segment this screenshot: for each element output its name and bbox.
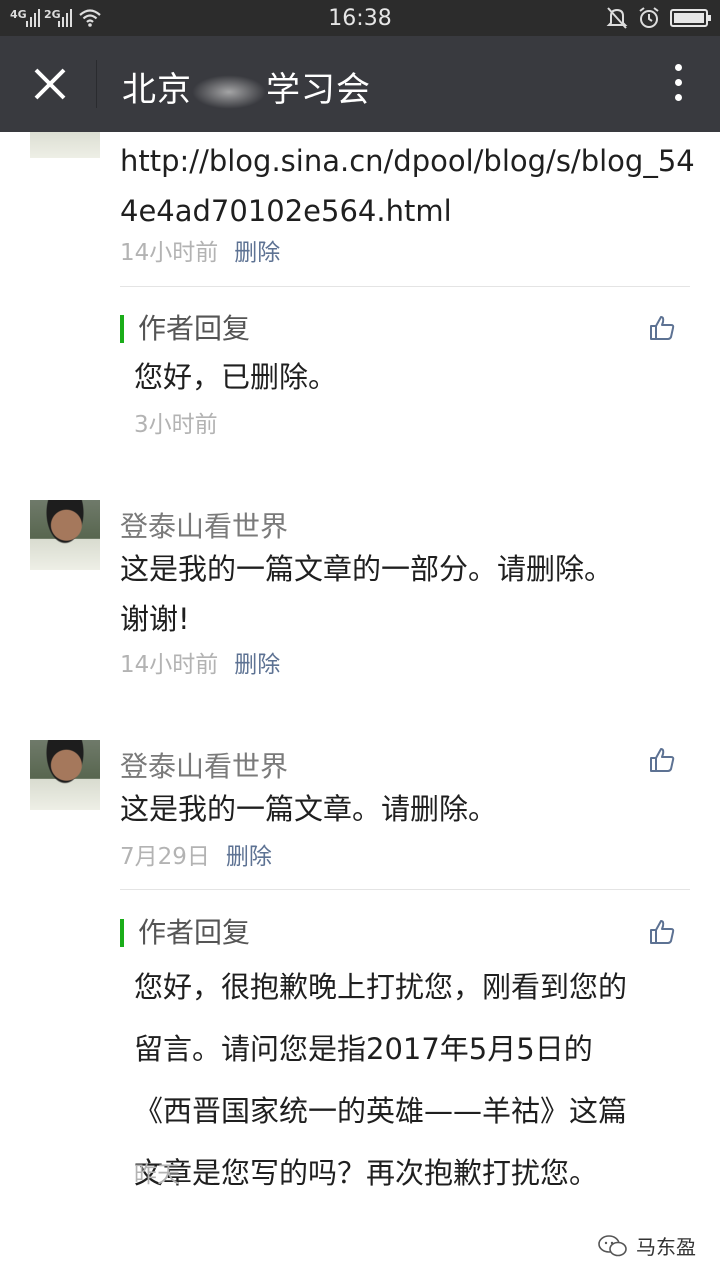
more-options-icon[interactable] [670, 64, 686, 106]
comment-link-text: http://blog.sina.cn/dpool/blog/s/blog_54… [120, 136, 695, 236]
comment-link-line2: 4e4ad70102e564.html [120, 194, 452, 228]
comment-time: 14小时前 [120, 652, 219, 678]
avatar[interactable] [30, 500, 100, 570]
alarm-clock-icon [639, 7, 659, 28]
title-redacted-blur [192, 74, 266, 109]
avatar[interactable] [30, 740, 100, 810]
comment-meta: 14小时前 删除 [120, 645, 280, 679]
author-reply-label: 作者回复 [120, 919, 250, 947]
thumbs-up-icon[interactable] [648, 918, 676, 946]
comment-time: 7月29日 [120, 844, 210, 870]
delete-link[interactable]: 删除 [226, 844, 272, 870]
reply-time: 3小时前 [134, 412, 218, 438]
commenter-name[interactable]: 登泰山看世界 [120, 505, 288, 545]
comment-line1: 这是我的一篇文章的一部分。请删除。 [120, 552, 614, 586]
close-icon[interactable] [24, 58, 76, 110]
mute-bell-icon [606, 7, 628, 29]
reply-line: 《西晋国家统一的英雄——羊祜》这篇 [134, 1094, 628, 1128]
reply-divider [120, 286, 690, 287]
delete-link[interactable]: 删除 [234, 652, 280, 678]
title-suffix: 学习会 [266, 70, 371, 110]
reply-divider [120, 889, 690, 890]
title-prefix: 北京 [122, 70, 192, 110]
battery-icon [670, 9, 711, 27]
comment-text: 这是我的一篇文章的一部分。请删除。 谢谢! [120, 544, 690, 644]
reply-line: 文章是您写的吗？再次抱歉打扰您。 [134, 1156, 599, 1190]
title-bar: 北京 学习会 [0, 36, 720, 132]
thumbs-up-icon[interactable] [648, 746, 676, 774]
comment-time: 14小时前 [120, 240, 219, 266]
comment-meta: 7月29日 删除 [120, 837, 272, 871]
comment-line2: 谢谢! [120, 602, 190, 636]
author-reply-label: 作者回复 [120, 315, 250, 343]
comment-text: 这是我的一篇文章。请删除。 [120, 792, 498, 826]
reply-line: 留言。请问您是指2017年5月5日的 [134, 1032, 593, 1066]
watermark: 马东盈 [598, 1231, 696, 1260]
status-bar: 4G 2G 16:38 [0, 0, 720, 36]
reply-text: 您好，已删除。 [134, 360, 338, 394]
reply-text: 您好，很抱歉晚上打扰您，刚看到您的 留言。请问您是指2017年5月5日的 《西晋… [134, 956, 694, 1204]
commenter-name[interactable]: 登泰山看世界 [120, 745, 288, 785]
avatar[interactable] [30, 132, 100, 158]
delete-link[interactable]: 删除 [234, 240, 280, 266]
reply-time: 昨天 [134, 1162, 180, 1188]
reply-line: 您好，很抱歉晚上打扰您，刚看到您的 [134, 970, 628, 1004]
title-divider [96, 60, 97, 108]
comment-meta: 14小时前 删除 [120, 233, 280, 267]
page-title: 北京 学习会 [122, 62, 371, 111]
thumbs-up-icon[interactable] [648, 314, 676, 342]
comment-link-line1: http://blog.sina.cn/dpool/blog/s/blog_54 [120, 144, 695, 178]
wechat-logo-icon [598, 1234, 627, 1256]
watermark-text: 马东盈 [636, 1235, 696, 1259]
comment-list: http://blog.sina.cn/dpool/blog/s/blog_54… [0, 132, 720, 1280]
